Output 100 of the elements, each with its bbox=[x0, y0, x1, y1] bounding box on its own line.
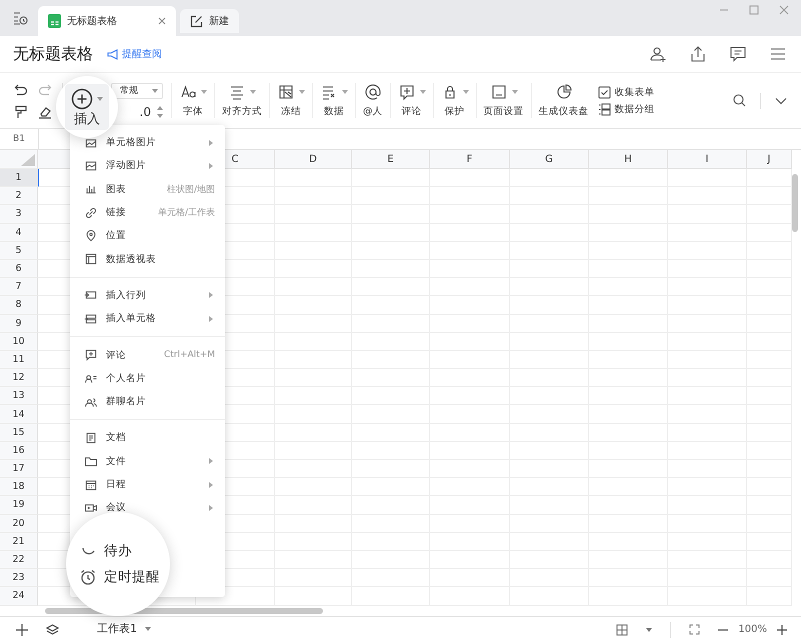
menu-item[interactable]: 待办 bbox=[80, 542, 170, 560]
menu-item[interactable]: 定时提醒 bbox=[80, 568, 170, 586]
menu-item[interactable]: 日程 bbox=[70, 472, 225, 496]
menu-item[interactable]: 个人名片 bbox=[70, 366, 225, 390]
toolbar-button[interactable]: 收集表单 bbox=[598, 86, 654, 98]
remind-link[interactable]: 提醒查阅 bbox=[107, 47, 162, 61]
search-icon[interactable] bbox=[733, 94, 746, 107]
chevron-down-icon[interactable] bbox=[775, 96, 787, 104]
eraser-icon[interactable] bbox=[38, 104, 52, 118]
toolbar-button[interactable]: 评论 bbox=[390, 83, 432, 118]
menu-item[interactable]: 位置 bbox=[70, 224, 225, 248]
row-header[interactable]: 7 bbox=[0, 278, 38, 296]
undo-icon[interactable] bbox=[14, 82, 28, 96]
row-header[interactable]: 19 bbox=[0, 496, 38, 515]
row-header[interactable]: 3 bbox=[0, 205, 38, 224]
caret-icon[interactable] bbox=[646, 628, 652, 632]
menu-item[interactable]: 插入行列 bbox=[70, 284, 225, 308]
column-header[interactable]: D bbox=[275, 150, 352, 169]
toolbar-button[interactable]: 对齐方式 bbox=[214, 83, 269, 118]
table-cell[interactable] bbox=[275, 169, 352, 188]
browser-tab[interactable]: 无标题表格 bbox=[38, 6, 176, 36]
row-header[interactable]: 15 bbox=[0, 424, 38, 442]
row-header[interactable]: 22 bbox=[0, 550, 38, 570]
column-header[interactable]: H bbox=[589, 150, 668, 169]
row-header[interactable]: 11 bbox=[0, 350, 38, 370]
close-icon[interactable] bbox=[779, 5, 789, 15]
toolbar-icon bbox=[398, 83, 416, 101]
menu-item[interactable]: 文件 bbox=[70, 450, 225, 473]
row-header[interactable]: 24 bbox=[0, 587, 38, 606]
menu-item[interactable]: 数据透视表 bbox=[70, 247, 225, 271]
format-painter-icon[interactable] bbox=[14, 104, 28, 118]
toolbar-button[interactable]: 生成仪表盘 bbox=[530, 83, 596, 118]
close-icon[interactable] bbox=[158, 17, 166, 25]
column-header[interactable]: G bbox=[510, 150, 589, 169]
column-header[interactable]: F bbox=[430, 150, 510, 169]
document-title: 无标题表格 bbox=[13, 44, 93, 64]
scrollbar[interactable] bbox=[792, 174, 798, 232]
menu-item[interactable]: 文档 bbox=[70, 426, 225, 450]
row-header[interactable]: 17 bbox=[0, 460, 38, 478]
toolbar-button[interactable]: 数据分组 bbox=[598, 102, 654, 116]
table-cell[interactable] bbox=[747, 224, 792, 242]
insert-button[interactable]: 插入 bbox=[65, 84, 109, 130]
row-header[interactable]: 23 bbox=[0, 569, 38, 588]
row-header[interactable]: 16 bbox=[0, 442, 38, 460]
table-cell[interactable] bbox=[589, 169, 668, 188]
toolbar-button[interactable]: 冻结 bbox=[269, 83, 312, 118]
grid-view-icon[interactable] bbox=[616, 624, 628, 636]
row-header[interactable]: 20 bbox=[0, 514, 38, 533]
history-icon[interactable] bbox=[12, 10, 28, 26]
toolbar-button[interactable]: 保护 bbox=[432, 83, 476, 118]
todo-icon bbox=[82, 547, 94, 555]
row-header[interactable]: 4 bbox=[0, 224, 38, 242]
column-header[interactable]: E bbox=[352, 150, 430, 169]
row-header[interactable]: 1 bbox=[0, 169, 38, 188]
row-header[interactable]: 5 bbox=[0, 242, 38, 260]
row-header[interactable]: 12 bbox=[0, 369, 38, 388]
column-header[interactable]: I bbox=[668, 150, 747, 169]
column-header[interactable]: J bbox=[747, 150, 792, 169]
fullscreen-icon[interactable] bbox=[689, 624, 700, 635]
menu-item[interactable]: 会议 bbox=[70, 496, 225, 520]
table-cell[interactable] bbox=[430, 169, 510, 188]
menu-item[interactable]: 群聊名片 bbox=[70, 390, 225, 414]
toolbar-button[interactable]: 页面设置 bbox=[476, 83, 530, 118]
row-header[interactable]: 2 bbox=[0, 187, 38, 206]
row-header[interactable]: 18 bbox=[0, 478, 38, 496]
menu-item-icon bbox=[84, 312, 98, 326]
toolbar-icon bbox=[364, 83, 382, 101]
menu-item[interactable]: 插入单元格 bbox=[70, 307, 225, 330]
add-icon[interactable] bbox=[16, 624, 28, 636]
menu-item-icon bbox=[84, 348, 98, 362]
table-cell[interactable] bbox=[510, 169, 589, 188]
comment-icon[interactable] bbox=[729, 45, 747, 63]
table-cell[interactable] bbox=[352, 169, 430, 188]
share-icon[interactable] bbox=[689, 45, 707, 63]
toolbar-button[interactable]: 字体 bbox=[171, 83, 214, 118]
menu-item-icon bbox=[84, 206, 98, 220]
row-header[interactable]: 14 bbox=[0, 405, 38, 424]
menu-item[interactable]: 链接 单元格/工作表 bbox=[70, 200, 225, 224]
menu-item[interactable]: 图表 柱状图/地图 bbox=[70, 178, 225, 201]
toolbar-button[interactable]: 数据 bbox=[312, 83, 355, 118]
row-header[interactable]: 10 bbox=[0, 332, 38, 351]
add-user-icon[interactable] bbox=[649, 45, 667, 63]
toolbar-icon bbox=[277, 83, 295, 101]
row-header[interactable]: 13 bbox=[0, 387, 38, 406]
toolbar-button[interactable]: @人 bbox=[355, 83, 390, 118]
maximize-icon[interactable] bbox=[749, 5, 759, 15]
zoom-in-icon[interactable] bbox=[777, 624, 787, 634]
alarm-clock-icon bbox=[80, 569, 96, 585]
row-header[interactable]: 9 bbox=[0, 314, 38, 333]
select-all-icon[interactable] bbox=[21, 154, 35, 166]
redo-icon[interactable] bbox=[38, 82, 52, 96]
decimal-stepper[interactable]: .0 bbox=[133, 104, 163, 118]
browser-tab[interactable]: 新建 bbox=[180, 9, 239, 33]
row-header[interactable]: 6 bbox=[0, 260, 38, 278]
name-box[interactable]: B1 bbox=[0, 129, 39, 149]
row-header[interactable]: 21 bbox=[0, 532, 38, 551]
table-cell[interactable] bbox=[668, 169, 747, 188]
menu-item[interactable]: 评论 Ctrl+Alt+M bbox=[70, 343, 225, 367]
layers-icon[interactable] bbox=[46, 624, 59, 636]
row-header[interactable]: 8 bbox=[0, 296, 38, 314]
